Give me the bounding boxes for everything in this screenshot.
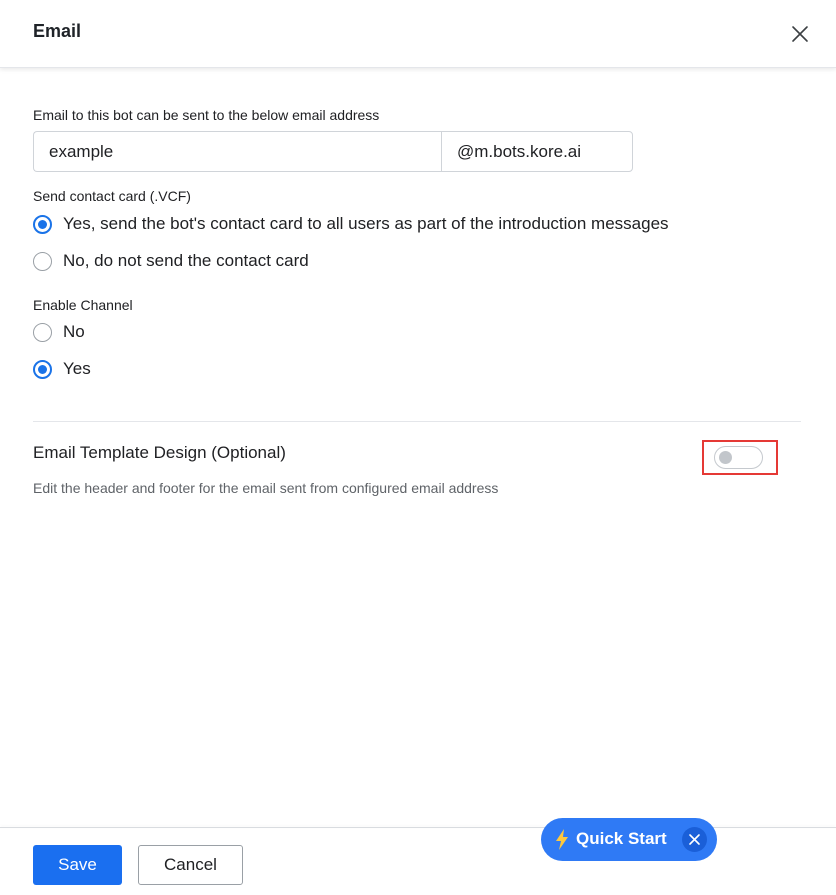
contact-card-option-no[interactable]: No, do not send the contact card bbox=[33, 251, 309, 271]
close-icon bbox=[689, 834, 700, 845]
cancel-button[interactable]: Cancel bbox=[138, 845, 243, 885]
quick-start-close-button[interactable] bbox=[682, 827, 707, 852]
toggle-knob bbox=[719, 451, 732, 464]
enable-channel-option-no[interactable]: No bbox=[33, 322, 85, 342]
contact-card-option-yes-label: Yes, send the bot's contact card to all … bbox=[63, 214, 669, 233]
radio-unselected[interactable] bbox=[33, 322, 52, 342]
bolt-icon bbox=[556, 829, 568, 850]
email-domain-suffix: @m.bots.kore.ai bbox=[441, 131, 633, 172]
close-button[interactable] bbox=[788, 22, 812, 46]
radio-selected[interactable] bbox=[33, 214, 52, 234]
dialog-title: Email bbox=[33, 21, 82, 41]
contact-card-option-no-label: No, do not send the contact card bbox=[63, 251, 309, 270]
template-design-toggle[interactable] bbox=[714, 446, 763, 469]
email-address-label: Email to this bot can be sent to the bel… bbox=[33, 107, 380, 123]
radio-unselected[interactable] bbox=[33, 251, 52, 271]
contact-card-option-yes[interactable]: Yes, send the bot's contact card to all … bbox=[33, 214, 669, 234]
enable-channel-option-yes[interactable]: Yes bbox=[33, 359, 91, 379]
email-address-group: @m.bots.kore.ai bbox=[33, 131, 633, 172]
radio-selected[interactable] bbox=[33, 359, 52, 379]
section-divider bbox=[33, 421, 801, 422]
email-prefix-input[interactable] bbox=[33, 131, 441, 172]
save-button[interactable]: Save bbox=[33, 845, 122, 885]
close-icon bbox=[792, 26, 808, 42]
template-design-description: Edit the header and footer for the email… bbox=[33, 480, 499, 496]
enable-channel-label: Enable Channel bbox=[33, 297, 133, 313]
contact-card-label: Send contact card (.VCF) bbox=[33, 188, 191, 204]
enable-channel-option-yes-label: Yes bbox=[63, 359, 91, 378]
template-design-title: Email Template Design (Optional) bbox=[33, 443, 286, 462]
quick-start-label: Quick Start bbox=[576, 829, 667, 848]
enable-channel-option-no-label: No bbox=[63, 322, 85, 341]
dialog-header: Email bbox=[0, 0, 836, 68]
